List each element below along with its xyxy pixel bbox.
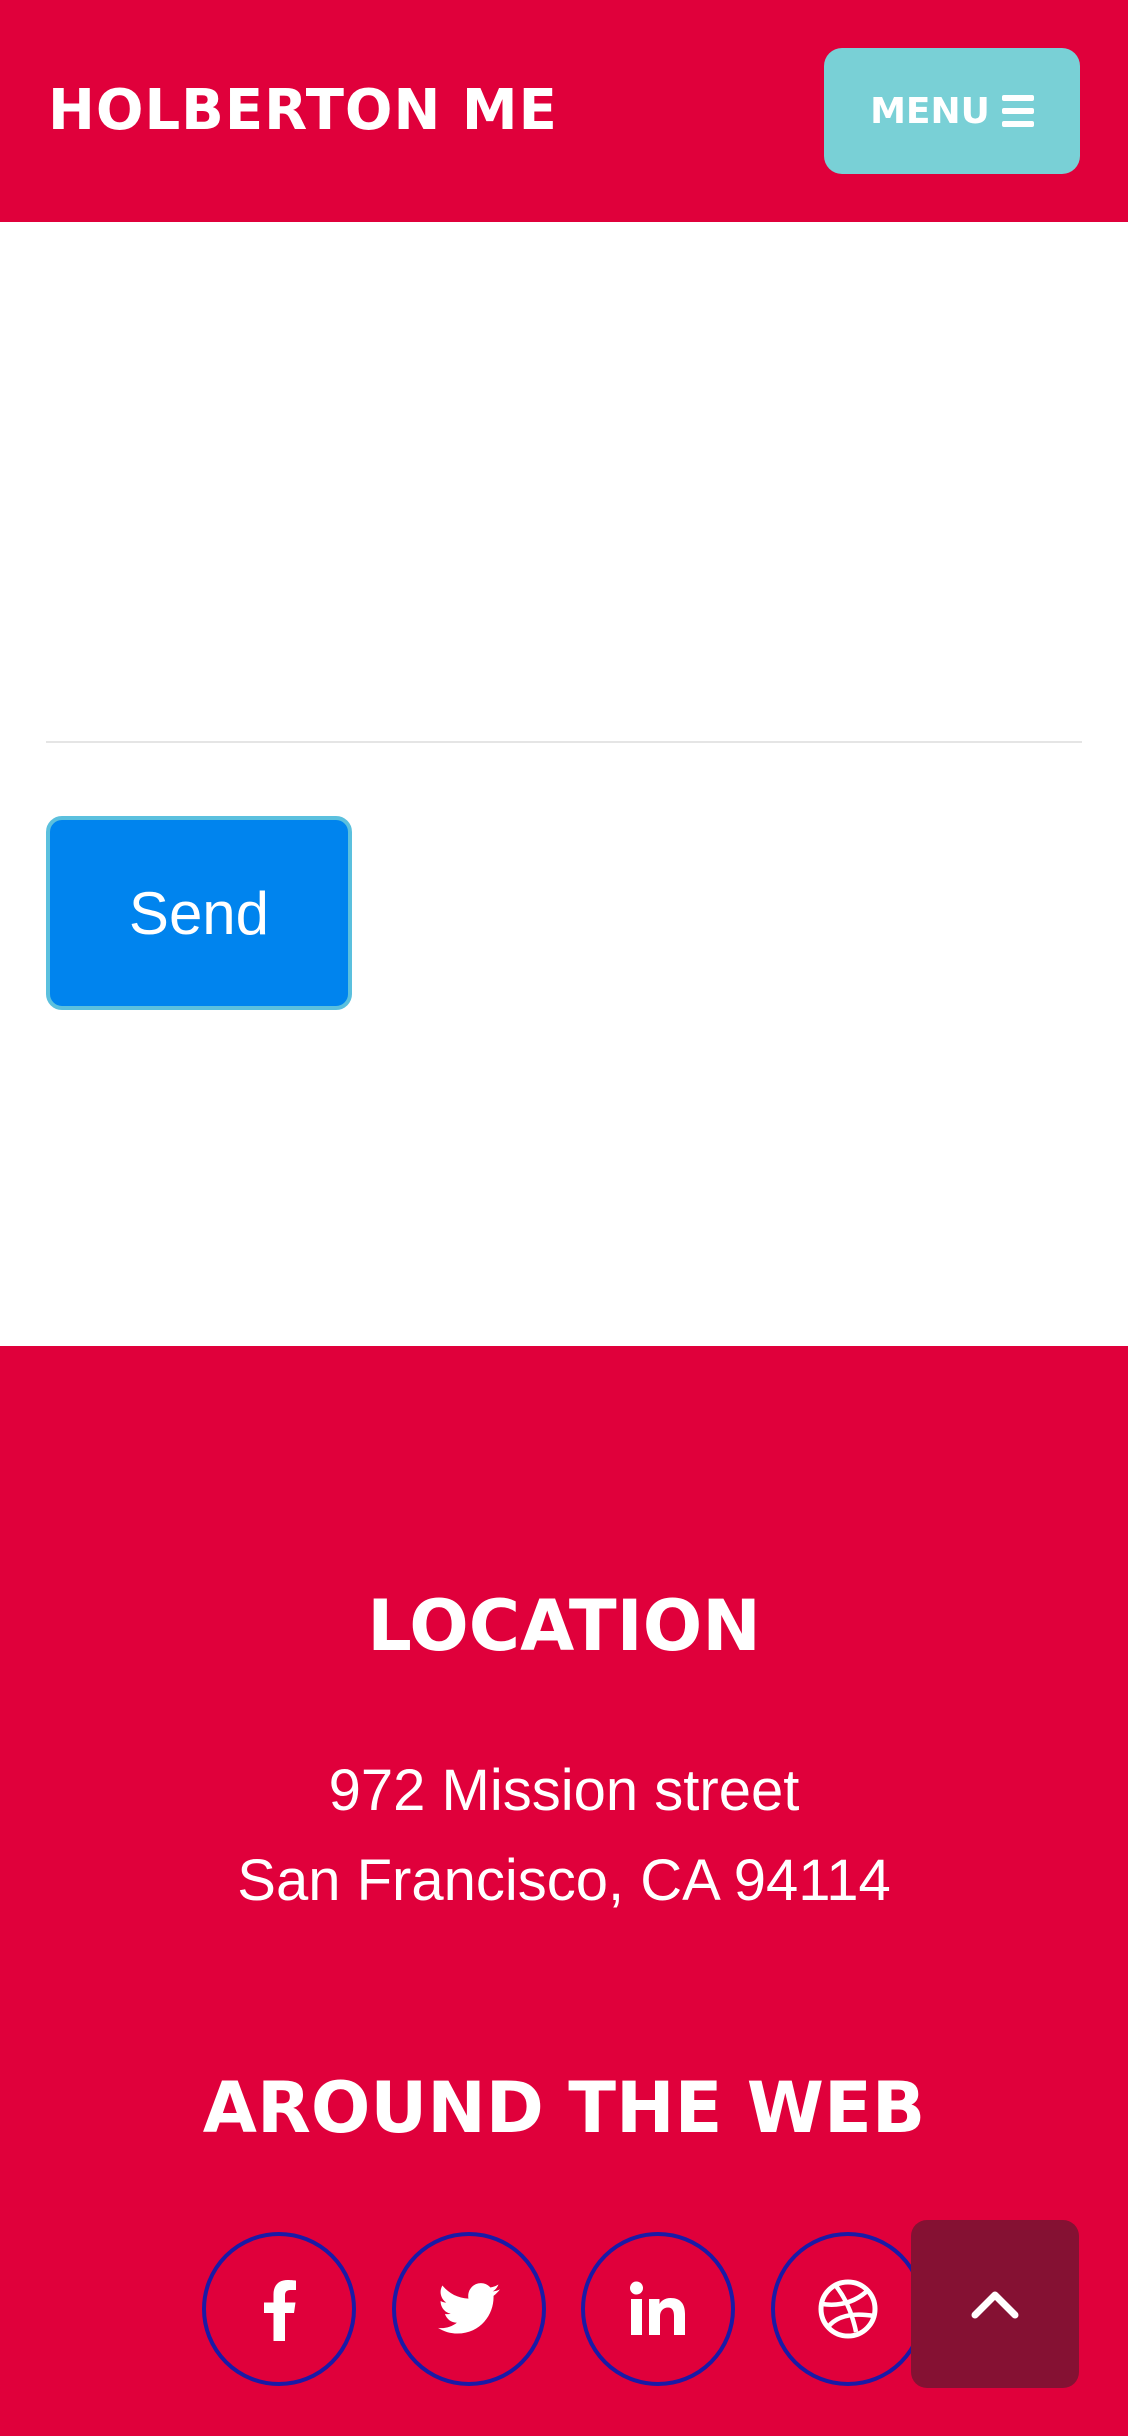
around-the-web-title: AROUND THE WEB	[202, 2067, 926, 2149]
linkedin-icon	[630, 2281, 685, 2335]
navbar: HOLBERTON ME MENU	[0, 0, 1128, 222]
hamburger-icon	[1001, 95, 1034, 127]
send-button[interactable]: Send	[46, 816, 352, 1010]
facebook-icon	[264, 2280, 296, 2341]
twitter-link[interactable]	[392, 2232, 546, 2386]
menu-button[interactable]: MENU	[824, 48, 1080, 174]
facebook-link[interactable]	[202, 2232, 356, 2386]
linkedin-link[interactable]	[581, 2232, 735, 2386]
chevron-up-icon	[971, 2291, 1019, 2319]
form-divider	[46, 741, 1082, 743]
address-line-2: San Francisco, CA 94114	[237, 1848, 891, 1913]
brand-title[interactable]: HOLBERTON ME	[48, 78, 558, 144]
menu-label: MENU	[870, 90, 990, 132]
dribbble-icon	[818, 2279, 878, 2339]
twitter-icon	[438, 2283, 500, 2334]
location-title: LOCATION	[367, 1585, 761, 1667]
scroll-to-top-button[interactable]	[911, 2220, 1079, 2388]
address-line-1: 972 Mission street	[328, 1758, 800, 1823]
dribbble-link[interactable]	[771, 2232, 925, 2386]
